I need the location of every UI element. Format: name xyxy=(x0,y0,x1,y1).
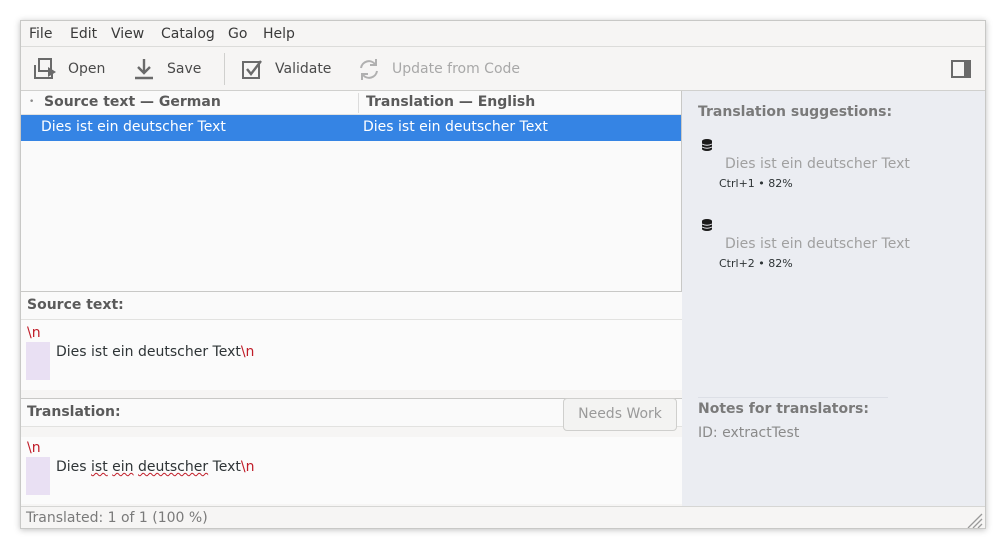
translation-newline-marker-end: \n xyxy=(240,459,255,475)
translation-indent-marker xyxy=(26,457,50,495)
suggestion-meta: Ctrl+2 • 82% xyxy=(719,257,793,270)
needs-work-toggle[interactable]: Needs Work xyxy=(563,398,677,431)
suggestion-text[interactable]: Dies ist ein deutscher Text xyxy=(725,236,910,252)
status-text: Translated: 1 of 1 (100 %) xyxy=(26,510,208,526)
open-label: Open xyxy=(68,61,106,77)
sidebar: Translation suggestions: Dies ist ein de… xyxy=(682,91,985,506)
menu-edit[interactable]: Edit xyxy=(70,26,97,42)
column-translation[interactable]: Translation — English xyxy=(366,94,535,110)
translation-word-misspelled: ist xyxy=(91,459,108,475)
message-list[interactable]: • Source text — German Translation — Eng… xyxy=(21,91,682,291)
sidebar-toggle-button[interactable] xyxy=(948,47,974,91)
database-icon xyxy=(700,138,714,156)
source-newline-marker-end: \n xyxy=(240,344,255,360)
translation-word-misspelled: deutscher xyxy=(138,459,209,475)
translation-pane-label: Translation: xyxy=(27,404,121,420)
suggestion-meta: Ctrl+1 • 82% xyxy=(719,177,793,190)
toolbar: Open Save Validate Update from Code xyxy=(21,47,985,91)
validate-button[interactable]: Validate xyxy=(239,47,331,91)
suggestions-title: Translation suggestions: xyxy=(698,104,893,120)
menu-go[interactable]: Go xyxy=(228,26,247,42)
source-pane-label: Source text: xyxy=(27,297,124,313)
menu-view[interactable]: View xyxy=(111,26,144,42)
save-label: Save xyxy=(167,61,202,77)
suggestion-score: 82% xyxy=(768,177,793,190)
sort-indicator-icon[interactable]: • xyxy=(29,97,34,107)
validate-label: Validate xyxy=(275,61,332,77)
list-header: • Source text — German Translation — Eng… xyxy=(21,91,681,115)
suggestion-shortcut: Ctrl+2 xyxy=(719,257,755,270)
translation-word: Dies xyxy=(56,459,87,475)
notes-id: ID: extractTest xyxy=(698,425,800,441)
source-indent-marker xyxy=(26,342,50,380)
database-icon xyxy=(700,218,714,236)
sidebar-icon xyxy=(948,56,974,82)
app-window: File Edit View Catalog Go Help Open Save… xyxy=(20,20,986,529)
column-separator xyxy=(358,93,359,113)
toolbar-separator xyxy=(224,53,225,85)
translation-text-editor[interactable]: \n Dies ist ein deutscher Text\n xyxy=(21,437,682,504)
translation-word-misspelled: ein xyxy=(112,459,134,475)
menu-catalog[interactable]: Catalog xyxy=(161,26,215,42)
source-text: Dies ist ein deutscher Text xyxy=(56,344,241,360)
list-row-selected[interactable]: Dies ist ein deutscher Text Dies ist ein… xyxy=(21,115,681,141)
notes-title: Notes for translators: xyxy=(698,401,869,417)
download-icon xyxy=(131,56,157,82)
suggestion-score: 82% xyxy=(768,257,793,270)
checkbox-icon xyxy=(239,56,265,82)
translation-newline-marker: \n xyxy=(27,440,41,456)
suggestion-shortcut: Ctrl+1 xyxy=(719,177,755,190)
menubar: File Edit View Catalog Go Help xyxy=(21,21,985,47)
resize-grip-icon[interactable] xyxy=(965,511,983,528)
source-newline-marker: \n xyxy=(27,325,41,341)
open-button[interactable]: Open xyxy=(32,47,105,91)
row-translation: Dies ist ein deutscher Text xyxy=(363,119,548,135)
statusbar: Translated: 1 of 1 (100 %) xyxy=(21,506,985,528)
row-source: Dies ist ein deutscher Text xyxy=(41,119,226,135)
notes-divider xyxy=(698,397,888,398)
update-from-code-label: Update from Code xyxy=(392,61,521,77)
menu-help[interactable]: Help xyxy=(263,26,295,42)
translation-word: Text xyxy=(212,459,241,475)
open-icon xyxy=(32,56,58,82)
save-button[interactable]: Save xyxy=(131,47,201,91)
column-source[interactable]: Source text — German xyxy=(44,94,221,110)
source-text-view[interactable]: \n Dies ist ein deutscher Text\n xyxy=(21,320,682,390)
refresh-icon xyxy=(356,56,382,82)
menu-file[interactable]: File xyxy=(29,26,52,42)
suggestion-text[interactable]: Dies ist ein deutscher Text xyxy=(725,156,910,172)
source-pane-header: Source text: xyxy=(21,291,682,320)
update-from-code-button[interactable]: Update from Code xyxy=(356,47,520,91)
